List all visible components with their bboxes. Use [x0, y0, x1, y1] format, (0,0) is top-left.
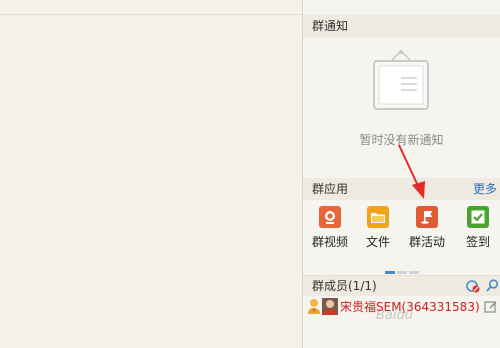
pager-dot-1[interactable]: [385, 271, 395, 274]
flag-icon: [416, 206, 438, 228]
member-filter-icon[interactable]: [466, 279, 480, 293]
more-link[interactable]: 更多: [473, 178, 497, 200]
app-check-in[interactable]: 签到: [454, 206, 500, 250]
checkmark-icon: [467, 206, 489, 228]
notice-title: 群通知: [312, 19, 349, 33]
app-label: 群活动: [408, 235, 445, 249]
app-label: 签到: [465, 235, 490, 249]
notice-header: 群通知: [303, 15, 500, 37]
avatar[interactable]: [322, 298, 338, 315]
notice-empty-text: 暂时没有新通知: [359, 133, 444, 147]
app-group-activity[interactable]: 群活动: [403, 206, 451, 250]
chat-area: [0, 0, 302, 348]
app-label: 群视频: [311, 235, 348, 249]
apps-header: 群应用 更多: [303, 178, 500, 200]
chat-top-divider: [0, 14, 302, 15]
pager-dot-3[interactable]: [409, 271, 419, 274]
app-label: 文件: [365, 235, 390, 249]
group-sidebar: 群通知 暂时没有新通知 群应用 更多 群视频 文件 群活动 签到 群成员(1/1…: [303, 0, 500, 348]
edit-icon[interactable]: [484, 300, 497, 313]
apps-title: 群应用: [312, 182, 349, 196]
folder-icon: [367, 206, 389, 228]
app-group-video[interactable]: 群视频: [306, 206, 354, 250]
search-icon[interactable]: [486, 279, 499, 292]
members-header: 群成员(1/1): [303, 275, 500, 296]
group-owner-icon: [308, 299, 320, 314]
video-camera-icon: [319, 206, 341, 228]
app-files[interactable]: 文件: [354, 206, 402, 250]
pager-dot-2[interactable]: [397, 271, 407, 274]
members-title: 群成员(1/1): [312, 279, 377, 293]
notice-board-icon: [373, 50, 429, 110]
watermark-logo: Baidu: [376, 308, 413, 323]
